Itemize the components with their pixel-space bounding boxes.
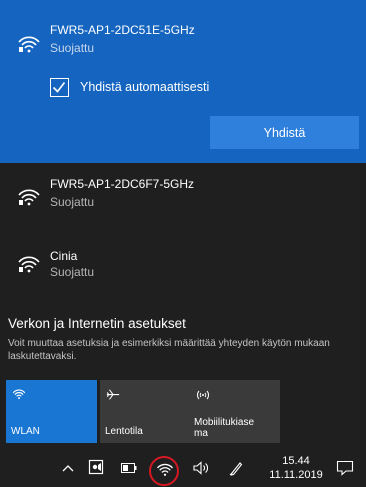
network-settings-link[interactable]: Verkon ja Internetin asetukset: [8, 316, 186, 331]
network-status: Suojattu: [50, 195, 95, 209]
tile-label: WLAN: [11, 426, 40, 437]
network-ssid: Cinia: [50, 249, 78, 263]
clock-time: 15.44: [282, 455, 310, 467]
taskbar-clock[interactable]: 15.44 11.11.2019: [268, 454, 324, 482]
network-ssid: FWR5-AP1-2DC6F7-5GHz: [50, 177, 195, 191]
tile-label: Lentotila: [105, 426, 143, 437]
mobile-hotspot-tile[interactable]: Mobiilitukiase ma: [189, 380, 280, 443]
tile-label: Mobiilitukiase ma: [194, 417, 254, 439]
battery-icon[interactable]: [121, 463, 137, 473]
chevron-up-icon[interactable]: [62, 464, 74, 472]
connect-button[interactable]: Yhdistä: [210, 116, 359, 149]
auto-connect-label[interactable]: Yhdistä automaattisesti: [80, 80, 209, 94]
checkmark-icon: [52, 82, 66, 93]
highlight-circle: [149, 456, 179, 486]
pen-icon[interactable]: [229, 460, 243, 476]
network-status: Suojattu: [50, 41, 95, 55]
network-settings-description: Voit muuttaa asetuksia ja esimerkiksi mä…: [8, 338, 330, 362]
network-ssid: FWR5-AP1-2DC51E-5GHz: [50, 23, 195, 37]
network-item-selected[interactable]: FWR5-AP1-2DC51E-5GHz Suojattu Yhdistä au…: [0, 0, 366, 163]
volume-icon[interactable]: [193, 461, 209, 475]
notification-icon[interactable]: [336, 460, 354, 476]
meet-now-icon[interactable]: [88, 459, 104, 475]
wifi-secured-icon: [18, 189, 40, 206]
network-status: Suojattu: [50, 265, 95, 279]
hotspot-icon: [197, 390, 209, 400]
clock-date: 11.11.2019: [269, 469, 323, 481]
wifi-icon: [12, 389, 26, 400]
wifi-secured-icon: [18, 36, 40, 53]
airplane-icon: [106, 389, 120, 400]
auto-connect-checkbox[interactable]: [50, 78, 69, 97]
network-flyout: FWR5-AP1-2DC51E-5GHz Suojattu Yhdistä au…: [0, 0, 366, 487]
tile-label-line2: ma: [194, 428, 208, 439]
airplane-mode-tile[interactable]: Lentotila: [100, 380, 191, 443]
wifi-secured-icon: [18, 256, 40, 273]
taskbar: 15.44 11.11.2019: [0, 450, 366, 487]
tile-label-line1: Mobiilitukiase: [194, 417, 255, 428]
wlan-toggle-tile[interactable]: WLAN: [6, 380, 97, 443]
